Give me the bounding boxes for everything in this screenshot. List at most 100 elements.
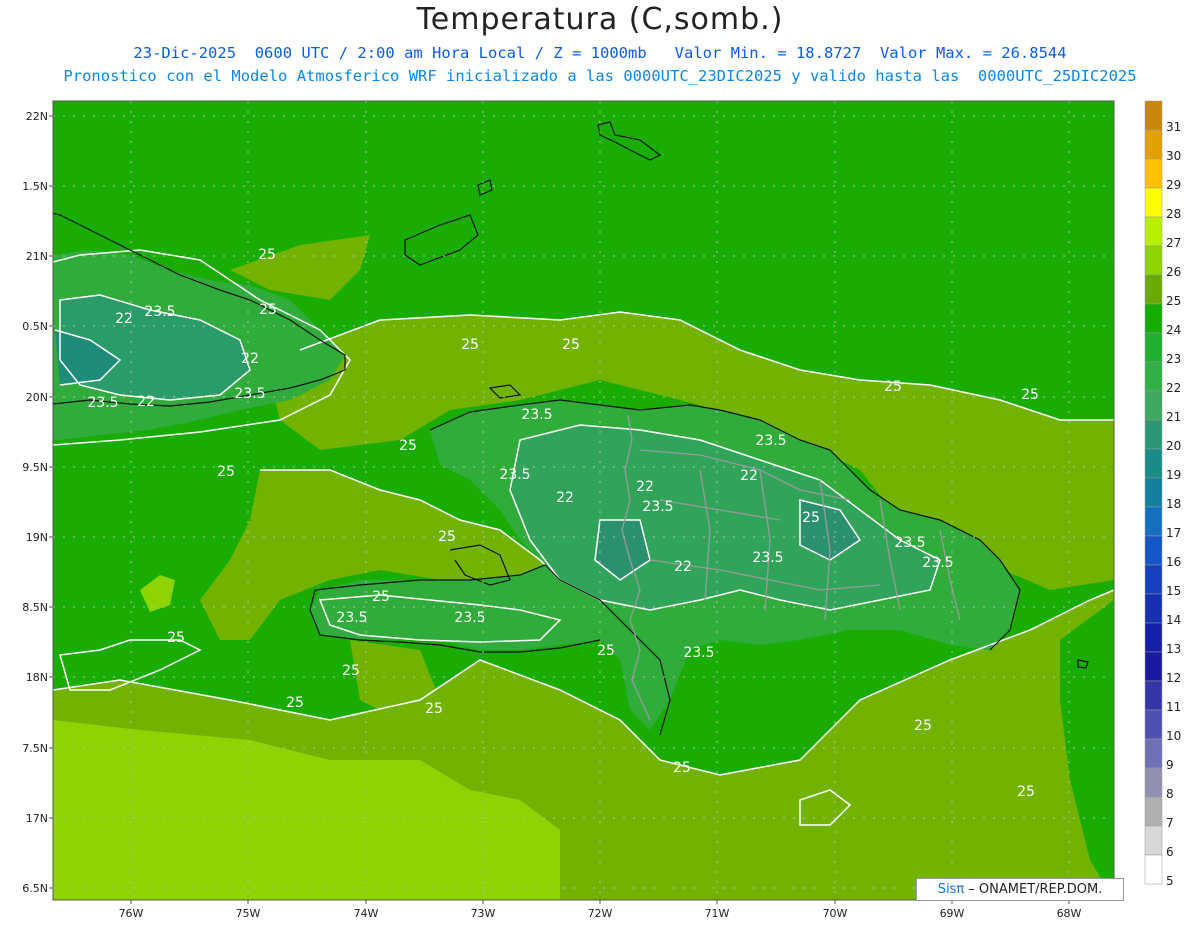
- colorbar-segment: [1144, 767, 1163, 798]
- lat-tick-label: 22N: [26, 110, 48, 123]
- colorbar-label: 25: [1166, 294, 1181, 308]
- contour-label: 22: [137, 394, 155, 410]
- colorbar-label: 26: [1166, 265, 1181, 279]
- contour-label: 25: [802, 510, 820, 526]
- colorbar-segment: [1144, 854, 1163, 885]
- contour-label: 25: [673, 760, 691, 776]
- lon-tick-label: 76W: [119, 907, 144, 920]
- lat-tick-label: 20N: [26, 391, 48, 404]
- contour-label: 22: [674, 559, 692, 575]
- colorbar-segment: [1144, 448, 1163, 479]
- contour-label: 23.5: [336, 610, 367, 626]
- contour-label: 23.5: [683, 645, 714, 661]
- colorbar-label: 22: [1166, 381, 1181, 395]
- lat-tick-label: 8.5N: [22, 601, 48, 614]
- lon-tick-label: 68W: [1057, 907, 1082, 920]
- colorbar-segment: [1144, 477, 1163, 508]
- temperature-map: 25 25 23.5 22 22 23.5 22 23.5 25 25 25 25 25 25 23.5 23…: [22, 100, 1181, 920]
- contour-label: 23.5: [521, 407, 552, 423]
- colorbar-segment: [1144, 129, 1163, 160]
- colorbar-label: 24: [1166, 323, 1181, 337]
- colorbar-segment: [1144, 825, 1163, 856]
- contour-label: 22: [115, 311, 133, 327]
- contour-label: 22: [556, 490, 574, 506]
- colorbar-label: 7: [1166, 816, 1174, 830]
- credit-box: Sisπ – ONAMET/REP.DOM.: [916, 878, 1124, 901]
- contour-label: 25: [259, 302, 277, 318]
- colorbar-segment: [1144, 390, 1163, 421]
- colorbar-label: 23: [1166, 352, 1181, 366]
- colorbar-segment: [1144, 593, 1163, 624]
- colorbar-label: 13: [1166, 642, 1181, 656]
- contour-label: 23.5: [499, 467, 530, 483]
- contour-label: 25: [399, 438, 417, 454]
- contour-label: 23.5: [752, 550, 783, 566]
- contour-label: 23.5: [642, 499, 673, 515]
- contour-label: 25: [342, 663, 360, 679]
- colorbar-label: 9: [1166, 758, 1174, 772]
- contour-label: 25: [914, 718, 932, 734]
- contour-label: 25: [425, 701, 443, 717]
- colorbar-label: 10: [1166, 729, 1181, 743]
- colorbar-label: 16: [1166, 555, 1181, 569]
- jamaica-coastline: [53, 643, 54, 645]
- colorbar-segment: [1144, 535, 1163, 566]
- contour-label: 23.5: [454, 610, 485, 626]
- colorbar-label: 17: [1166, 526, 1181, 540]
- contour-label: 25: [461, 337, 479, 353]
- colorbar-label: 20: [1166, 439, 1181, 453]
- colorbar-label: 5: [1166, 874, 1174, 888]
- colorbar-label: 27: [1166, 236, 1181, 250]
- lat-tick-label: 17N: [26, 812, 48, 825]
- contour-label: 25: [884, 379, 902, 395]
- sispi-logo-text: Sisπ: [937, 882, 965, 897]
- colorbar-segment: [1144, 245, 1163, 276]
- colorbar-label: 28: [1166, 207, 1181, 221]
- lon-tick-label: 73W: [471, 907, 496, 920]
- contour-label: 25: [1017, 784, 1035, 800]
- contour-label: 25: [286, 695, 304, 711]
- contour-label: 22: [636, 479, 654, 495]
- lat-tick-label: 19N: [26, 531, 48, 544]
- colorbar-label: 19: [1166, 468, 1181, 482]
- colorbar-segment: [1144, 216, 1163, 247]
- colorbar-segment: [1144, 187, 1163, 218]
- contour-label: 23.5: [755, 433, 786, 449]
- contour-label: 22: [740, 468, 758, 484]
- lon-tick-label: 69W: [940, 907, 965, 920]
- colorbar-segment: [1144, 506, 1163, 537]
- contour-label: 25: [597, 643, 615, 659]
- colorbar-label: 12: [1166, 671, 1181, 685]
- colorbar-label: 18: [1166, 497, 1181, 511]
- colorbar-segment: [1144, 361, 1163, 392]
- colorbar-segment: [1144, 738, 1163, 769]
- colorbar-segment: [1144, 564, 1163, 595]
- colorbar-segment: [1144, 332, 1163, 363]
- colorbar-label: 14: [1166, 613, 1181, 627]
- colorbar-label: 31: [1166, 120, 1181, 134]
- contour-label: 25: [167, 630, 185, 646]
- credit-text: – ONAMET/REP.DOM.: [964, 882, 1103, 897]
- colorbar-label: 6: [1166, 845, 1174, 859]
- colorbar-segment: [1144, 274, 1163, 305]
- lat-tick-label: 9.5N: [22, 461, 48, 474]
- colorbar-segment: [1144, 419, 1163, 450]
- lon-tick-label: 72W: [588, 907, 613, 920]
- lon-tick-label: 70W: [823, 907, 848, 920]
- contour-label: 25: [438, 529, 456, 545]
- lon-tick-label: 71W: [705, 907, 730, 920]
- lat-tick-label: 1.5N: [22, 180, 48, 193]
- contour-label: 23.5: [922, 555, 953, 571]
- colorbar-label: 30: [1166, 149, 1181, 163]
- lat-tick-label: 7.5N: [22, 742, 48, 755]
- contour-label: 23.5: [87, 395, 118, 411]
- colorbar-segment: [1144, 796, 1163, 827]
- contour-label: 22: [241, 351, 259, 367]
- lat-tick-label: 0.5N: [22, 320, 48, 333]
- colorbar-segment: [1144, 680, 1163, 711]
- lat-tick-label: 18N: [26, 671, 48, 684]
- lon-tick-label: 75W: [236, 907, 261, 920]
- lat-tick-label: 21N: [26, 250, 48, 263]
- colorbar-segment: [1144, 303, 1163, 334]
- contour-label: 25: [1021, 387, 1039, 403]
